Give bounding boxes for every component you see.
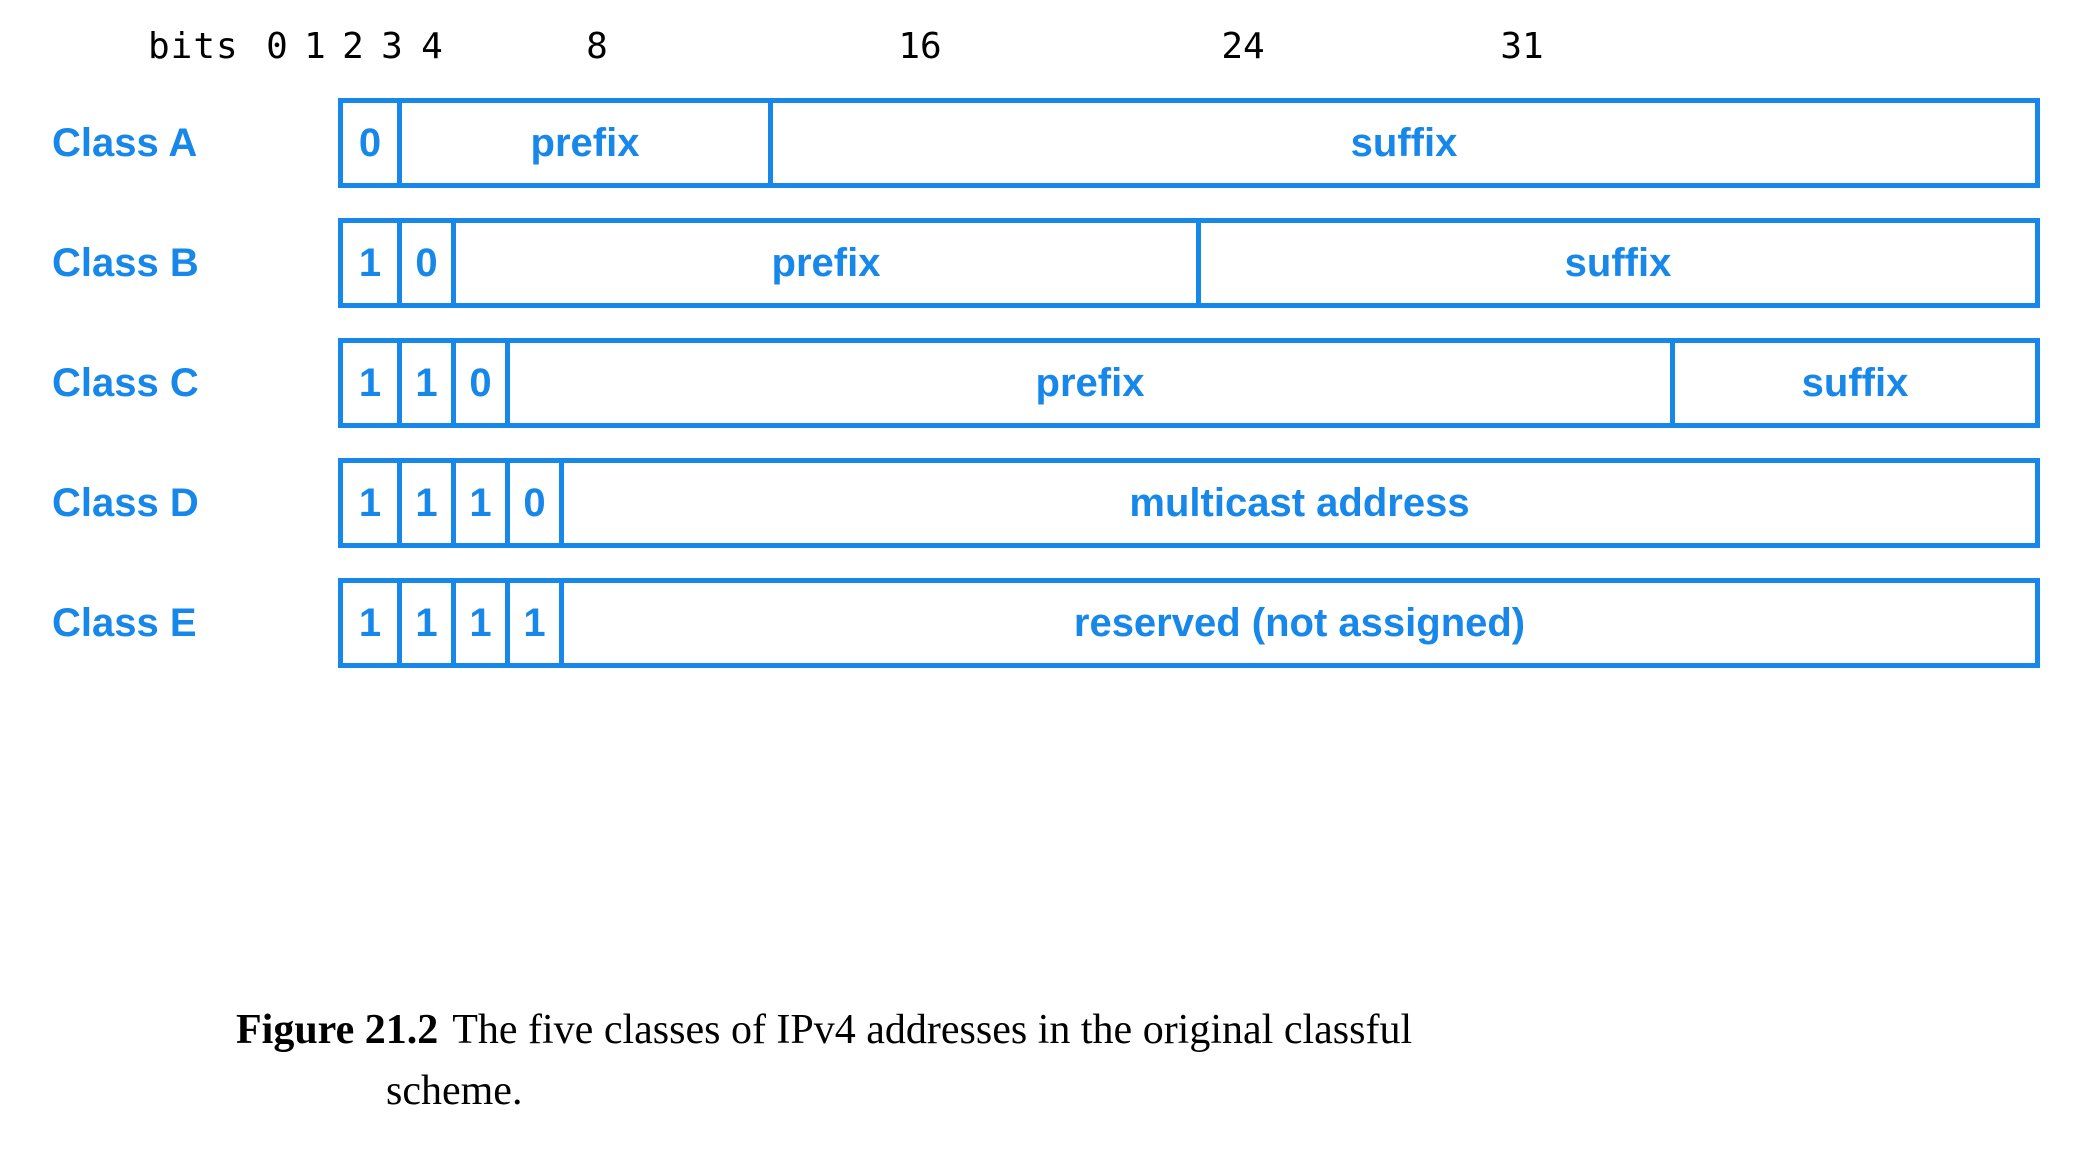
bit-tick-16: 16 (898, 26, 942, 67)
address-format-box: 1 1 1 0 multicast address (338, 458, 2040, 548)
class-label: Class B (52, 240, 199, 285)
field-cell: 0 (505, 463, 559, 543)
bit-tick-0: 0 (266, 26, 288, 67)
bit-tick-24: 24 (1221, 26, 1265, 67)
address-format-box: 0 prefix suffix (338, 98, 2040, 188)
field-cell: suffix (768, 103, 2035, 183)
field-cell: 1 (397, 463, 451, 543)
bit-ruler: bits 0 1 2 3 4 8 16 24 31 (0, 26, 2079, 70)
address-format-box: 1 0 prefix suffix (338, 218, 2040, 308)
field-cell: 0 (451, 343, 505, 423)
class-row-a: Class A 0 prefix suffix (0, 98, 2079, 188)
bit-tick-8: 8 (586, 26, 608, 67)
class-label: Class E (52, 600, 197, 645)
field-cell: multicast address (559, 463, 2035, 543)
field-cell: 1 (358, 240, 382, 285)
field-cell: 1 (358, 360, 382, 405)
figure-number: Figure 21.2 (236, 1007, 439, 1053)
figure-caption: Figure 21.2 The five classes of IPv4 addr… (236, 1000, 1840, 1122)
bit-tick-2: 2 (342, 26, 364, 67)
field-cell: prefix (397, 103, 768, 183)
field-cell: suffix (1670, 343, 2035, 423)
field-cell: 0 (397, 223, 451, 303)
field-cell: prefix (451, 223, 1196, 303)
field-cell: 1 (358, 600, 382, 645)
address-format-box: 1 1 1 1 reserved (not assigned) (338, 578, 2040, 668)
figure-caption-line-1: The five classes of IPv4 addresses in th… (452, 1007, 1413, 1053)
class-row-e: Class E 1 1 1 1 reserved (not assigned) (0, 578, 2079, 668)
field-cell: 1 (451, 583, 505, 663)
bit-tick-1: 1 (304, 26, 326, 67)
class-label: Class C (52, 360, 199, 405)
field-cell: prefix (505, 343, 1670, 423)
field-cell: 1 (358, 480, 382, 525)
field-cell: 1 (505, 583, 559, 663)
address-format-box: 1 1 0 prefix suffix (338, 338, 2040, 428)
bit-tick-3: 3 (381, 26, 403, 67)
bit-tick-4: 4 (421, 26, 443, 67)
bits-label: bits (148, 26, 239, 67)
class-label: Class A (52, 120, 198, 165)
bit-tick-31: 31 (1500, 26, 1544, 67)
field-cell: 1 (451, 463, 505, 543)
class-row-c: Class C 1 1 0 prefix suffix (0, 338, 2079, 428)
field-cell: 1 (397, 583, 451, 663)
field-cell: suffix (1196, 223, 2035, 303)
class-label: Class D (52, 480, 199, 525)
class-row-d: Class D 1 1 1 0 multicast address (0, 458, 2079, 548)
class-row-b: Class B 1 0 prefix suffix (0, 218, 2079, 308)
field-cell: 1 (397, 343, 451, 423)
field-cell: reserved (not assigned) (559, 583, 2035, 663)
field-cell: 0 (358, 120, 382, 165)
figure-caption-line-2: scheme. (386, 1067, 523, 1114)
